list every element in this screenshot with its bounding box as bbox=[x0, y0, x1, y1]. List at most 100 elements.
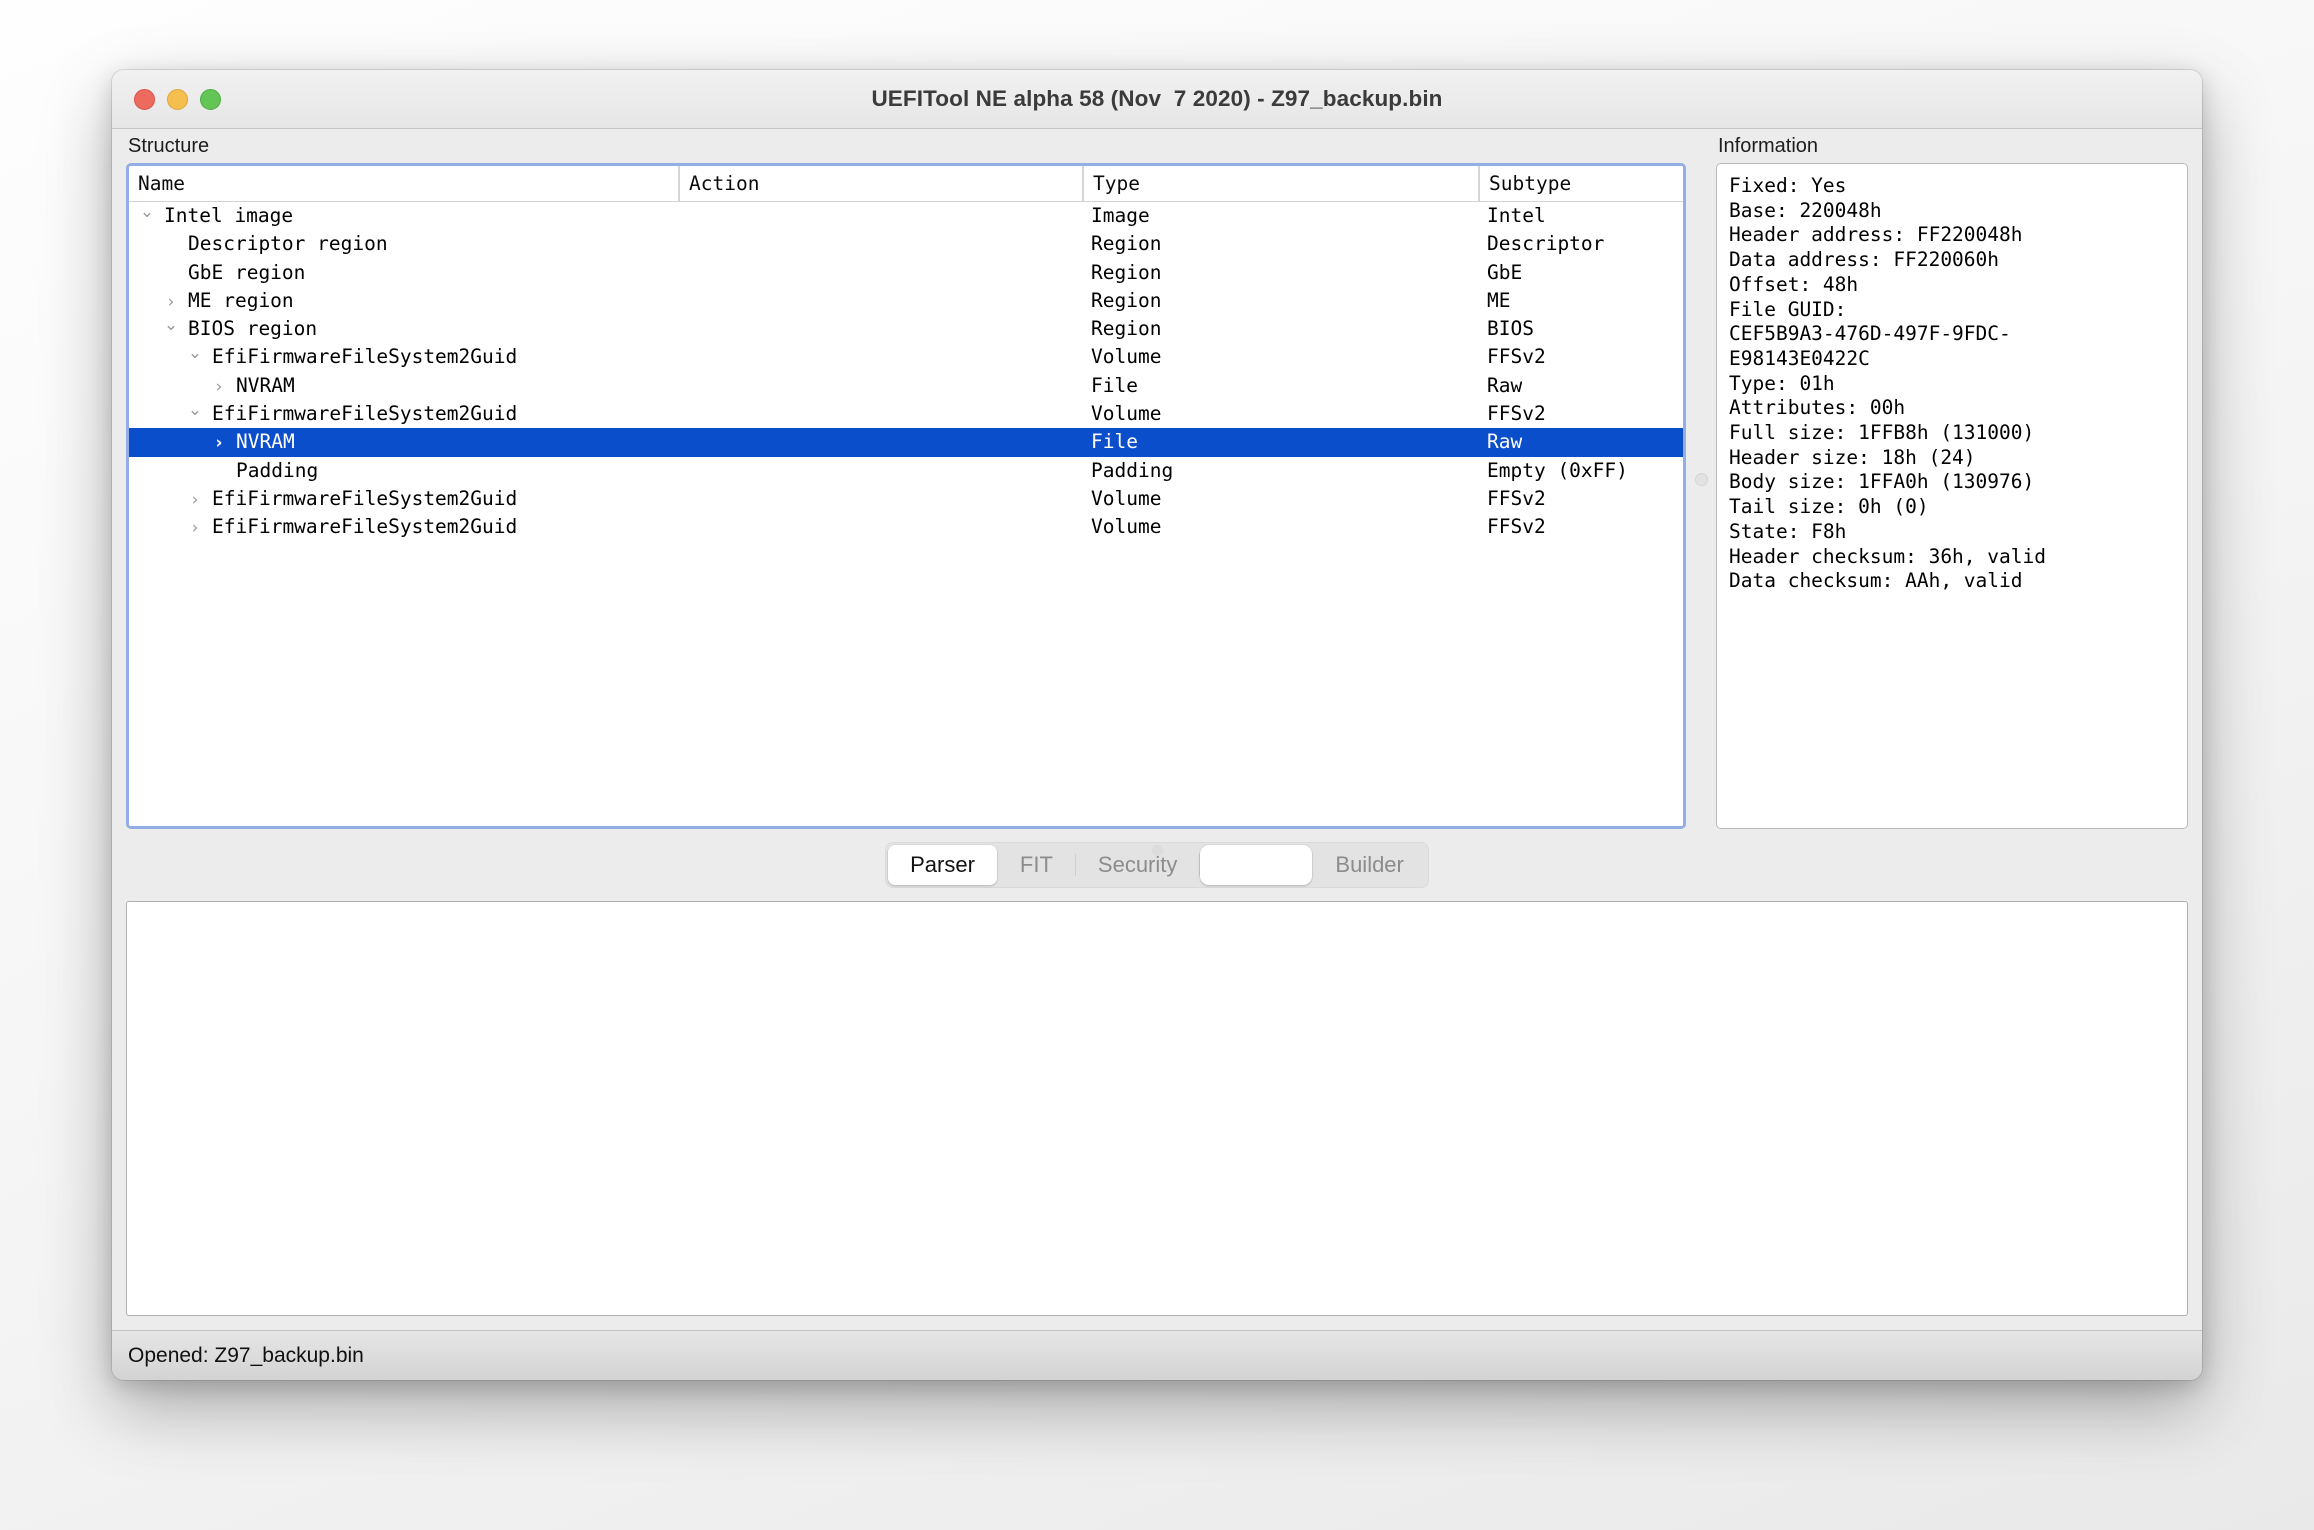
tree-row-action bbox=[678, 287, 687, 315]
tree-row-name: ⌄ EfiFirmwareFileSystem2Guid bbox=[129, 400, 517, 428]
tree-row-action bbox=[678, 202, 687, 230]
tabbar-zone: Parser FIT Security Builder bbox=[112, 829, 2202, 901]
tree-row-name: › EfiFirmwareFileSystem2Guid bbox=[129, 513, 518, 541]
tree-row-action bbox=[678, 230, 687, 258]
message-list[interactable] bbox=[126, 901, 2188, 1316]
tree-row-action bbox=[678, 315, 687, 343]
tree-row-type: Volume bbox=[1091, 486, 1162, 510]
tree-row-subtype: Raw bbox=[1487, 373, 1523, 397]
tree-row-action bbox=[678, 485, 687, 513]
tree-row-subtype: ME bbox=[1487, 288, 1511, 312]
chevron-right-icon[interactable]: › bbox=[209, 429, 229, 456]
column-header-action[interactable]: Action bbox=[678, 166, 1082, 201]
chevron-right-icon[interactable]: › bbox=[185, 514, 205, 541]
tree-row-action bbox=[678, 343, 687, 371]
tree-row[interactable]: GbE region Region GbE bbox=[129, 259, 1683, 287]
information-line: Header address: FF220048h bbox=[1729, 223, 2023, 247]
close-button[interactable] bbox=[134, 88, 155, 110]
information-line: Attributes: 00h bbox=[1729, 396, 1906, 420]
information-line: Full size: 1FFB8h (131000) bbox=[1729, 421, 2035, 445]
tree-row[interactable]: ⌄ BIOS region Region BIOS bbox=[129, 315, 1683, 343]
tree-row-name: Padding bbox=[129, 457, 318, 485]
information-line: E98143E0422C bbox=[1729, 346, 1870, 370]
tree-row[interactable]: › EfiFirmwareFileSystem2Guid Volume FFSv2 bbox=[129, 513, 1683, 541]
chevron-down-icon[interactable]: ⌄ bbox=[161, 315, 181, 339]
status-text: Opened: Z97_backup.bin bbox=[128, 1343, 364, 1367]
tree-row[interactable]: › EfiFirmwareFileSystem2Guid Volume FFSv2 bbox=[129, 485, 1683, 513]
chevron-right-icon[interactable]: › bbox=[185, 486, 205, 513]
tree-row-name: › NVRAM bbox=[129, 372, 295, 400]
tree-row-subtype: BIOS bbox=[1487, 317, 1534, 341]
tree-row-type: Image bbox=[1091, 204, 1150, 227]
tree-row-name: › EfiFirmwareFileSystem2Guid bbox=[129, 485, 518, 513]
information-line: Header size: 18h (24) bbox=[1729, 445, 1976, 469]
tree-row-name-text: Descriptor region bbox=[188, 232, 388, 256]
tree-row-name-text: GbE region bbox=[188, 260, 306, 284]
structure-tree[interactable]: Name Action Type Subtype ⌄ Intel image Ima… bbox=[126, 163, 1686, 829]
tree-row-name-text: EfiFirmwareFileSystem2Guid bbox=[212, 345, 518, 369]
tree-row-subtype: FFSv2 bbox=[1487, 486, 1546, 510]
window-body: Structure Name Action Type Subtype ⌄ Inte… bbox=[112, 129, 2202, 1330]
tree-row-name-text: EfiFirmwareFileSystem2Guid bbox=[212, 515, 518, 539]
tab-blank[interactable] bbox=[1200, 845, 1313, 885]
tree-row-name-text: ME region bbox=[188, 288, 294, 312]
chevron-down-icon[interactable]: ⌄ bbox=[137, 202, 157, 226]
tree-row-subtype: Descriptor bbox=[1487, 232, 1605, 256]
tab-fit[interactable]: FIT bbox=[998, 845, 1075, 885]
upper-split-area: Structure Name Action Type Subtype ⌄ Inte… bbox=[112, 129, 2202, 829]
tree-row-subtype: FFSv2 bbox=[1487, 402, 1546, 426]
window-titlebar[interactable]: UEFITool NE alpha 58 (Nov 7 2020) - Z97_… bbox=[112, 70, 2202, 129]
information-textbox[interactable]: Fixed: Yes Base: 220048h Header address: F… bbox=[1716, 163, 2188, 829]
tab-parser[interactable]: Parser bbox=[888, 845, 997, 885]
vertical-splitter-grip-dot[interactable] bbox=[1151, 845, 1163, 856]
tree-row-subtype: Intel bbox=[1487, 204, 1546, 227]
tree-row[interactable]: › ME region Region ME bbox=[129, 287, 1683, 315]
information-line: Data checksum: AAh, valid bbox=[1729, 569, 2023, 593]
tree-row-type: Volume bbox=[1091, 402, 1162, 426]
information-line: Tail size: 0h (0) bbox=[1729, 495, 1929, 519]
information-line: Offset: 48h bbox=[1729, 272, 1859, 296]
tab-builder[interactable]: Builder bbox=[1313, 845, 1425, 885]
tree-row[interactable]: › NVRAM File Raw bbox=[129, 372, 1683, 400]
column-header-name[interactable]: Name bbox=[129, 166, 678, 201]
column-header-subtype[interactable]: Subtype bbox=[1478, 166, 1683, 201]
tree-row-type: Region bbox=[1091, 317, 1162, 341]
structure-panel: Structure Name Action Type Subtype ⌄ Inte… bbox=[126, 129, 1686, 829]
structure-label: Structure bbox=[128, 135, 210, 157]
tree-row-type: Padding bbox=[1091, 458, 1174, 482]
tree-row[interactable]: ⌄ EfiFirmwareFileSystem2Guid Volume FFSv2 bbox=[129, 343, 1683, 371]
tree-row-name: › ME region bbox=[129, 287, 294, 315]
tree-row[interactable]: Descriptor region Region Descriptor bbox=[129, 230, 1683, 258]
tree-row-name: › NVRAM bbox=[129, 428, 294, 456]
information-line: Base: 220048h bbox=[1729, 198, 1882, 222]
information-line: Body size: 1FFA0h (130976) bbox=[1729, 470, 2035, 494]
tree-row-name: ⌄ EfiFirmwareFileSystem2Guid bbox=[129, 343, 517, 371]
desktop-background: UEFITool NE alpha 58 (Nov 7 2020) - Z97_… bbox=[0, 0, 2314, 1530]
tab-security[interactable]: Security bbox=[1076, 845, 1199, 885]
panel-splitter[interactable] bbox=[1686, 129, 1716, 829]
tree-rows[interactable]: ⌄ Intel image Image Intel Descriptor region R… bbox=[129, 202, 1683, 826]
tree-row-action bbox=[678, 428, 687, 456]
chevron-right-icon[interactable]: › bbox=[161, 288, 181, 315]
chevron-down-icon[interactable]: ⌄ bbox=[185, 400, 205, 424]
tree-row-name-text: Padding bbox=[236, 458, 319, 482]
tree-row[interactable]: ⌄ EfiFirmwareFileSystem2Guid Volume FFSv2 bbox=[129, 400, 1683, 428]
information-line: State: F8h bbox=[1729, 519, 1847, 543]
tree-row-name: GbE region bbox=[129, 259, 305, 287]
tree-row[interactable]: › NVRAM File Raw bbox=[129, 428, 1683, 457]
chevron-right-icon[interactable]: › bbox=[209, 373, 229, 400]
tree-row-subtype: Empty (0xFF) bbox=[1487, 458, 1628, 482]
zoom-button[interactable] bbox=[200, 88, 221, 110]
information-line: Data address: FF220060h bbox=[1729, 248, 2000, 272]
tree-row[interactable]: ⌄ Intel image Image Intel bbox=[129, 202, 1683, 230]
column-header-type[interactable]: Type bbox=[1082, 166, 1478, 201]
tree-row-name-text: EfiFirmwareFileSystem2Guid bbox=[212, 486, 518, 510]
tree-row-type: File bbox=[1091, 373, 1138, 397]
tree-column-headers: Name Action Type Subtype bbox=[129, 166, 1683, 202]
tree-row-name-text: BIOS region bbox=[188, 317, 318, 341]
chevron-down-icon[interactable]: ⌄ bbox=[185, 343, 205, 367]
minimize-button[interactable] bbox=[167, 88, 188, 110]
tree-row-name-text: NVRAM bbox=[236, 373, 295, 397]
tree-row[interactable]: Padding Padding Empty (0xFF) bbox=[129, 457, 1683, 485]
splitter-grip-dot[interactable] bbox=[1694, 472, 1708, 486]
